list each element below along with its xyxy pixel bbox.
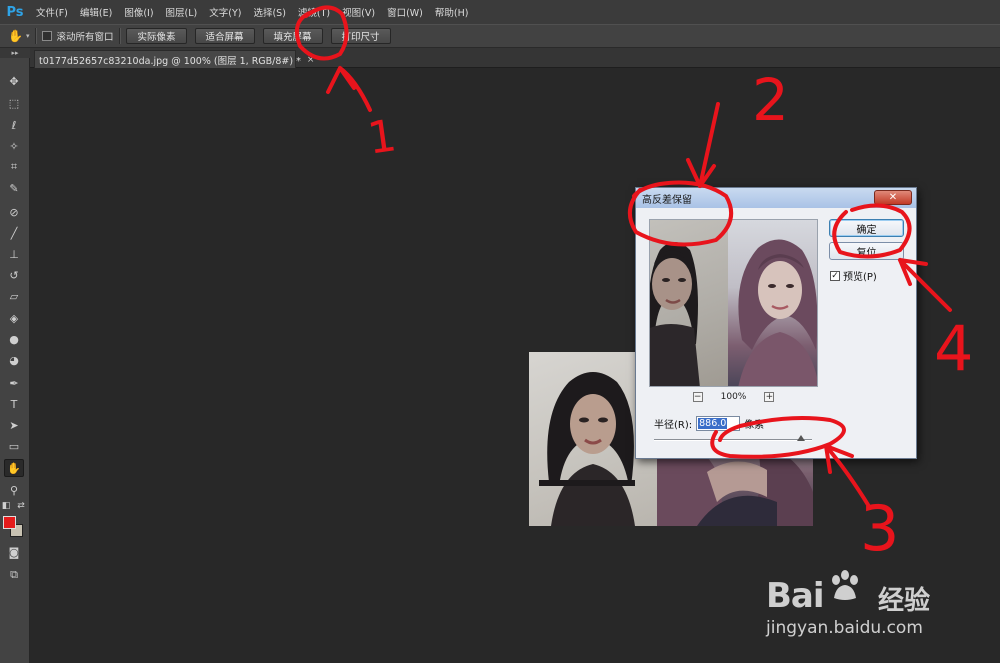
eyedropper-icon[interactable]: ✎ xyxy=(4,179,24,197)
menu-type[interactable]: 文字(Y) xyxy=(203,0,247,24)
watermark-url: jingyan.baidu.com xyxy=(766,618,923,638)
high-pass-dialog: 高反差保留 ✕ − 100% + 确定 复位 ✓ 预览(P) 半径(R): 88… xyxy=(635,187,917,459)
menu-help[interactable]: 帮助(H) xyxy=(429,0,475,24)
dodge-icon[interactable]: ◕ xyxy=(4,351,24,369)
zoom-icon[interactable]: ⚲ xyxy=(4,481,24,499)
close-icon[interactable]: ✕ xyxy=(874,190,912,205)
menu-window[interactable]: 窗口(W) xyxy=(381,0,429,24)
fit-screen-button[interactable]: 适合屏幕 xyxy=(194,28,255,44)
annotation-number-3: 3 xyxy=(860,492,900,565)
brush-icon[interactable]: ╱ xyxy=(4,224,24,242)
marquee-icon[interactable]: ⬚ xyxy=(4,94,24,112)
screen-mode-icon[interactable]: ⧉ xyxy=(4,566,24,584)
preview-zoom-controls: − 100% + xyxy=(649,390,818,404)
watermark-cn: 经验 xyxy=(878,586,931,616)
crop-icon[interactable]: ⌗ xyxy=(4,158,24,176)
watermark-logo: Bai xyxy=(766,576,825,616)
radius-slider-thumb[interactable] xyxy=(796,435,805,441)
paint-bucket-icon[interactable]: ◈ xyxy=(4,309,24,327)
menu-layer[interactable]: 图层(L) xyxy=(160,0,204,24)
default-colors-icon[interactable]: ◧ xyxy=(0,500,12,512)
rectangle-icon[interactable]: ▭ xyxy=(4,437,24,455)
document-tab-bar: t0177d52657c83210da.jpg @ 100% (图层 1, RG… xyxy=(30,48,1000,68)
options-bar: ✋ ▾ 滚动所有窗口 实际像素 适合屏幕 填充屏幕 打印尺寸 xyxy=(0,24,1000,48)
baidu-watermark: Bai 经验 jingyan.baidu.com xyxy=(766,564,956,644)
menu-edit[interactable]: 编辑(E) xyxy=(74,0,118,24)
menu-file[interactable]: 文件(F) xyxy=(30,0,74,24)
options-divider xyxy=(119,28,121,44)
menu-select[interactable]: 选择(S) xyxy=(247,0,291,24)
tools-panel: ▸▸ ✥ ⬚ ℓ ✧ ⌗ ✎ ⊘ ╱ ⊥ ↺ ▱ ◈ ● ◕ ✒ T ➤ ▭ ✋… xyxy=(0,48,30,663)
type-icon[interactable]: T xyxy=(4,395,24,413)
radius-label: 半径(R): xyxy=(654,420,693,431)
lasso-icon[interactable]: ℓ xyxy=(4,116,24,134)
document-tab[interactable]: t0177d52657c83210da.jpg @ 100% (图层 1, RG… xyxy=(34,50,314,68)
annotation-number-4: 4 xyxy=(934,312,974,385)
scroll-all-windows-label: 滚动所有窗口 xyxy=(56,32,114,43)
pen-icon[interactable]: ✒ xyxy=(4,374,24,392)
photoshop-logo: Ps xyxy=(6,4,24,20)
menu-image[interactable]: 图像(I) xyxy=(118,0,159,24)
annotation-number-2: 2 xyxy=(752,66,789,134)
preview-id-portrait xyxy=(650,220,728,386)
move-icon[interactable]: ✥ xyxy=(4,72,24,90)
close-tab-icon[interactable]: × xyxy=(307,55,315,65)
checkbox-box[interactable] xyxy=(42,31,53,41)
zoom-out-icon[interactable]: − xyxy=(692,392,703,402)
fill-screen-button[interactable]: 填充屏幕 xyxy=(262,28,323,44)
zoom-in-icon[interactable]: + xyxy=(764,392,775,402)
eraser-icon[interactable]: ▱ xyxy=(4,287,24,305)
preview-label: 预览(P) xyxy=(843,272,877,283)
options-divider xyxy=(35,28,37,44)
menu-bar: Ps 文件(F) 编辑(E) 图像(I) 图层(L) 文字(Y) 选择(S) 滤… xyxy=(0,0,1000,24)
clone-stamp-icon[interactable]: ⊥ xyxy=(4,245,24,263)
radius-row: 半径(R): 886.0 像素 xyxy=(654,416,764,431)
dialog-title: 高反差保留 xyxy=(642,194,692,206)
blur-icon[interactable]: ● xyxy=(4,330,24,348)
zoom-level: 100% xyxy=(720,392,747,402)
foreground-color-swatch[interactable] xyxy=(3,516,16,529)
magic-wand-icon[interactable]: ✧ xyxy=(4,137,24,155)
healing-brush-icon[interactable]: ⊘ xyxy=(4,203,24,221)
preview-checkbox-box[interactable]: ✓ xyxy=(830,270,840,281)
tool-preset-dropdown-icon[interactable]: ▾ xyxy=(26,32,30,40)
filter-preview[interactable] xyxy=(649,219,818,387)
history-brush-icon[interactable]: ↺ xyxy=(4,266,24,284)
radius-unit: 像素 xyxy=(744,420,765,431)
panel-collapse-icon[interactable]: ▸▸ xyxy=(0,48,30,58)
actual-pixels-button[interactable]: 实际像素 xyxy=(126,28,187,44)
menu-view[interactable]: 视图(V) xyxy=(336,0,381,24)
menu-filter[interactable]: 滤镜(T) xyxy=(292,0,336,24)
radius-input[interactable]: 886.0 xyxy=(696,416,741,431)
radius-slider[interactable] xyxy=(654,435,812,441)
preview-checkbox[interactable]: ✓ 预览(P) xyxy=(830,268,877,283)
radius-value[interactable]: 886.0 xyxy=(698,418,728,429)
scroll-all-windows-checkbox[interactable]: 滚动所有窗口 xyxy=(42,29,113,43)
swap-colors-icon[interactable]: ⇄ xyxy=(15,500,27,512)
reset-button[interactable]: 复位 xyxy=(829,242,904,260)
hand-icon[interactable]: ✋ xyxy=(8,29,23,43)
path-selection-icon[interactable]: ➤ xyxy=(4,416,24,434)
hand-icon[interactable]: ✋ xyxy=(4,459,24,477)
print-size-button[interactable]: 打印尺寸 xyxy=(330,28,391,44)
preview-selfie-portrait xyxy=(728,220,817,386)
ok-button[interactable]: 确定 xyxy=(829,219,904,237)
dialog-titlebar[interactable]: 高反差保留 ✕ xyxy=(636,188,916,208)
quick-mask-icon[interactable]: ◙ xyxy=(4,543,24,561)
paw-icon xyxy=(832,570,858,600)
document-tab-title: t0177d52657c83210da.jpg @ 100% (图层 1, RG… xyxy=(39,55,301,67)
